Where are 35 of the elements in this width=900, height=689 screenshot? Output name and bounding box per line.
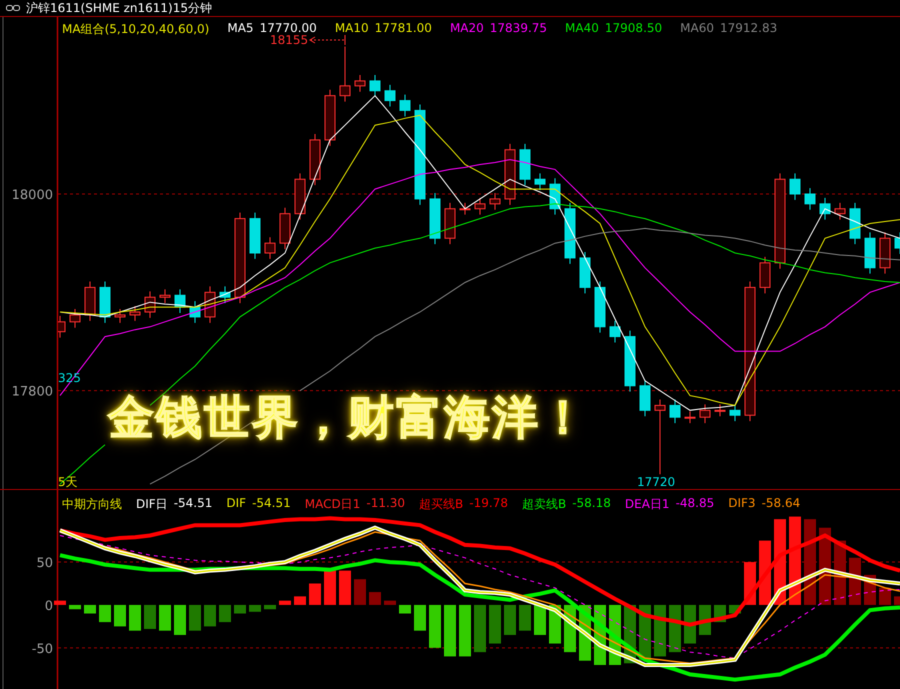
- legend-label: 超买线B: [419, 496, 464, 513]
- price-label: 17720: [637, 475, 676, 489]
- legend-label: MA40: [565, 21, 599, 37]
- window-title: 沪锌1611(SHME zn1611)15分钟: [26, 0, 212, 16]
- legend-label: MA10: [334, 21, 369, 37]
- legend-label: MA5: [227, 21, 254, 37]
- legend-label: DEA日1: [624, 496, 670, 513]
- legend-label: MA60: [680, 21, 714, 37]
- legend-value: 17912.83: [720, 21, 778, 37]
- legend-label: 中期方向线: [62, 496, 122, 513]
- legend-value: -19.78: [469, 496, 508, 512]
- legend-value: -58.64: [762, 496, 800, 512]
- axis-label: 18000: [12, 188, 53, 203]
- caption-text: 金钱世界，财富海洋！: [108, 389, 588, 446]
- axis-label: 17800: [12, 384, 53, 400]
- legend-value: -54.51: [174, 496, 212, 512]
- legend-value: 17839.75: [490, 21, 548, 37]
- legend-label: 超卖线B: [522, 496, 566, 513]
- legend-value: -11.30: [366, 496, 406, 512]
- legend-value: 17908.50: [604, 21, 662, 37]
- axis-label: 50: [36, 556, 53, 572]
- axis-label: -50: [32, 642, 53, 657]
- legend-label: MACD日1: [304, 496, 360, 513]
- legend-label: MA组合(5,10,20,40,60,0): [62, 21, 210, 38]
- legend-label: DIF3: [728, 496, 756, 512]
- legend-label: DIF: [226, 496, 246, 512]
- legend-value: -58.18: [572, 496, 611, 512]
- legend-label: MA20: [450, 21, 484, 37]
- price-label: 18155: [270, 33, 308, 47]
- legend-value: 17781.00: [374, 21, 432, 37]
- axis-label: 0: [44, 598, 53, 614]
- legend-value: 17770.00: [260, 21, 317, 35]
- legend-value: -54.51: [252, 496, 291, 512]
- legend-label: DIF日: [136, 496, 168, 513]
- legend-value: -48.85: [676, 496, 714, 512]
